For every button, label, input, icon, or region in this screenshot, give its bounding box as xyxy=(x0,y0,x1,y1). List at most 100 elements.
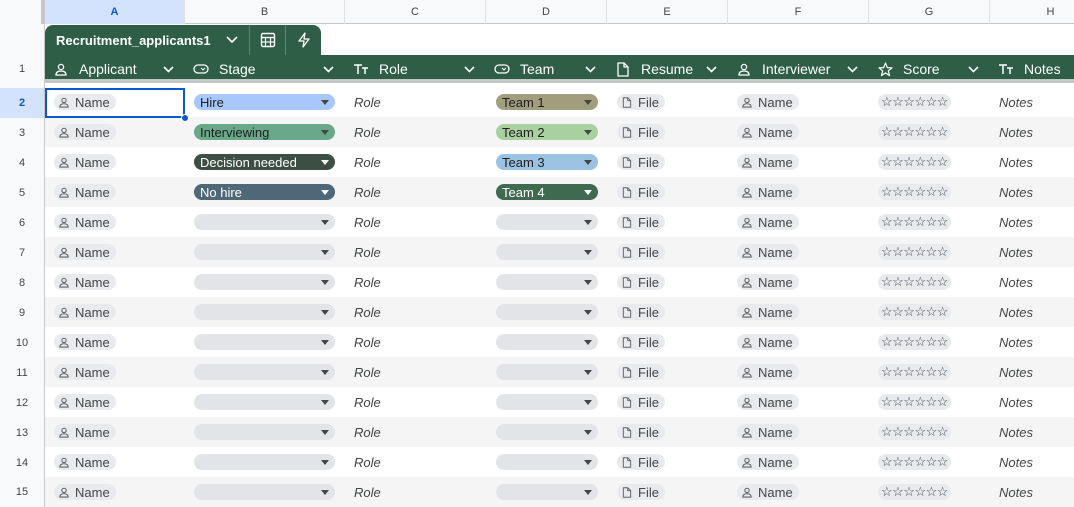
cell-c[interactable]: Role xyxy=(354,207,486,237)
row-number-1[interactable]: 1 xyxy=(0,55,44,83)
cell-f[interactable]: Name xyxy=(737,147,869,177)
team-dropdown[interactable] xyxy=(496,484,598,500)
person-chip[interactable]: Name xyxy=(737,244,799,260)
column-header-team[interactable]: Team xyxy=(486,55,607,83)
lightning-icon[interactable] xyxy=(286,25,321,55)
cell-e[interactable]: File xyxy=(617,387,728,417)
cell-f[interactable]: Name xyxy=(737,417,869,447)
column-header-interviewer[interactable]: Interviewer xyxy=(728,55,869,83)
team-dropdown[interactable] xyxy=(496,394,598,410)
person-chip[interactable]: Name xyxy=(54,484,116,500)
cell-d[interactable] xyxy=(496,357,607,387)
column-header-score[interactable]: Score xyxy=(869,55,990,83)
person-chip[interactable]: Name xyxy=(54,274,116,290)
cell-c[interactable]: Role xyxy=(354,117,486,147)
star-rating[interactable]: ☆☆☆☆☆☆ xyxy=(878,334,951,350)
cell-g[interactable]: ☆☆☆☆☆☆ xyxy=(878,237,990,267)
person-chip[interactable]: Name xyxy=(737,364,799,380)
cell-h[interactable]: Notes xyxy=(999,177,1074,207)
cell-g[interactable]: ☆☆☆☆☆☆ xyxy=(878,297,990,327)
chevron-down-icon[interactable] xyxy=(704,65,718,73)
person-chip[interactable]: Name xyxy=(54,394,116,410)
cell-b[interactable] xyxy=(194,297,345,327)
cell-g[interactable]: ☆☆☆☆☆☆ xyxy=(878,177,990,207)
stage-dropdown[interactable]: Interviewing xyxy=(194,124,335,140)
cell-h[interactable]: Notes xyxy=(999,207,1074,237)
file-chip[interactable]: File xyxy=(617,364,665,380)
file-chip[interactable]: File xyxy=(617,304,665,320)
cell-f[interactable]: Name xyxy=(737,447,869,477)
column-letter-e[interactable]: E xyxy=(607,0,728,24)
team-dropdown[interactable] xyxy=(496,274,598,290)
cell-a[interactable]: Name xyxy=(54,417,185,447)
star-rating[interactable]: ☆☆☆☆☆☆ xyxy=(878,274,951,290)
row-number-11[interactable]: 11 xyxy=(0,358,44,388)
person-chip[interactable]: Name xyxy=(737,124,799,140)
star-rating[interactable]: ☆☆☆☆☆☆ xyxy=(878,364,951,380)
stage-dropdown[interactable] xyxy=(194,364,335,380)
file-chip[interactable]: File xyxy=(617,334,665,350)
star-rating[interactable]: ☆☆☆☆☆☆ xyxy=(878,484,951,500)
team-dropdown[interactable] xyxy=(496,424,598,440)
person-chip[interactable]: Name xyxy=(54,424,116,440)
cell-g[interactable]: ☆☆☆☆☆☆ xyxy=(878,357,990,387)
cell-e[interactable]: File xyxy=(617,207,728,237)
cell-g[interactable]: ☆☆☆☆☆☆ xyxy=(878,417,990,447)
cell-f[interactable]: Name xyxy=(737,327,869,357)
stage-dropdown[interactable]: Decision needed xyxy=(194,154,335,170)
row-number-9[interactable]: 9 xyxy=(0,298,44,328)
column-header-resume[interactable]: Resume xyxy=(607,55,728,83)
person-chip[interactable]: Name xyxy=(54,184,116,200)
cell-h[interactable]: Notes xyxy=(999,357,1074,387)
file-chip[interactable]: File xyxy=(617,124,665,140)
cell-a[interactable]: Name xyxy=(54,327,185,357)
column-letter-c[interactable]: C xyxy=(345,0,486,24)
person-chip[interactable]: Name xyxy=(737,424,799,440)
stage-dropdown[interactable] xyxy=(194,244,335,260)
cell-c[interactable]: Role xyxy=(354,237,486,267)
stage-dropdown[interactable] xyxy=(194,424,335,440)
person-chip[interactable]: Name xyxy=(54,244,116,260)
file-chip[interactable]: File xyxy=(617,274,665,290)
cell-a[interactable]: Name xyxy=(54,207,185,237)
cell-a[interactable]: Name xyxy=(54,87,185,117)
stage-dropdown[interactable]: No hire xyxy=(194,184,335,200)
cell-e[interactable]: File xyxy=(617,87,728,117)
cell-a[interactable]: Name xyxy=(54,357,185,387)
cell-c[interactable]: Role xyxy=(354,87,486,117)
cell-a[interactable]: Name xyxy=(54,237,185,267)
cell-b[interactable]: No hire xyxy=(194,177,345,207)
cell-d[interactable] xyxy=(496,327,607,357)
row-number-8[interactable]: 8 xyxy=(0,268,44,298)
person-chip[interactable]: Name xyxy=(737,334,799,350)
cell-e[interactable]: File xyxy=(617,237,728,267)
person-chip[interactable]: Name xyxy=(737,94,799,110)
cell-d[interactable] xyxy=(496,417,607,447)
column-header-applicant[interactable]: Applicant xyxy=(45,55,185,83)
file-chip[interactable]: File xyxy=(617,184,665,200)
column-letter-h[interactable]: H xyxy=(990,0,1074,24)
cell-h[interactable]: Notes xyxy=(999,147,1074,177)
cell-h[interactable]: Notes xyxy=(999,327,1074,357)
cell-c[interactable]: Role xyxy=(354,147,486,177)
stage-dropdown[interactable] xyxy=(194,484,335,500)
team-dropdown[interactable] xyxy=(496,214,598,230)
cell-a[interactable]: Name xyxy=(54,297,185,327)
cell-b[interactable] xyxy=(194,267,345,297)
chevron-down-icon[interactable] xyxy=(214,25,249,55)
cell-h[interactable]: Notes xyxy=(999,447,1074,477)
cell-b[interactable] xyxy=(194,357,345,387)
cell-d[interactable] xyxy=(496,297,607,327)
cell-c[interactable]: Role xyxy=(354,387,486,417)
cell-e[interactable]: File xyxy=(617,357,728,387)
cell-c[interactable]: Role xyxy=(354,267,486,297)
cell-a[interactable]: Name xyxy=(54,147,185,177)
chevron-down-icon[interactable] xyxy=(583,65,597,73)
cell-e[interactable]: File xyxy=(617,117,728,147)
cell-d[interactable]: Team 4 xyxy=(496,177,607,207)
cell-e[interactable]: File xyxy=(617,297,728,327)
star-rating[interactable]: ☆☆☆☆☆☆ xyxy=(878,244,951,260)
table-name[interactable]: Recruitment_applicants1 xyxy=(45,33,214,48)
chevron-down-icon[interactable] xyxy=(161,65,175,73)
stage-dropdown[interactable]: Hire xyxy=(194,94,335,110)
